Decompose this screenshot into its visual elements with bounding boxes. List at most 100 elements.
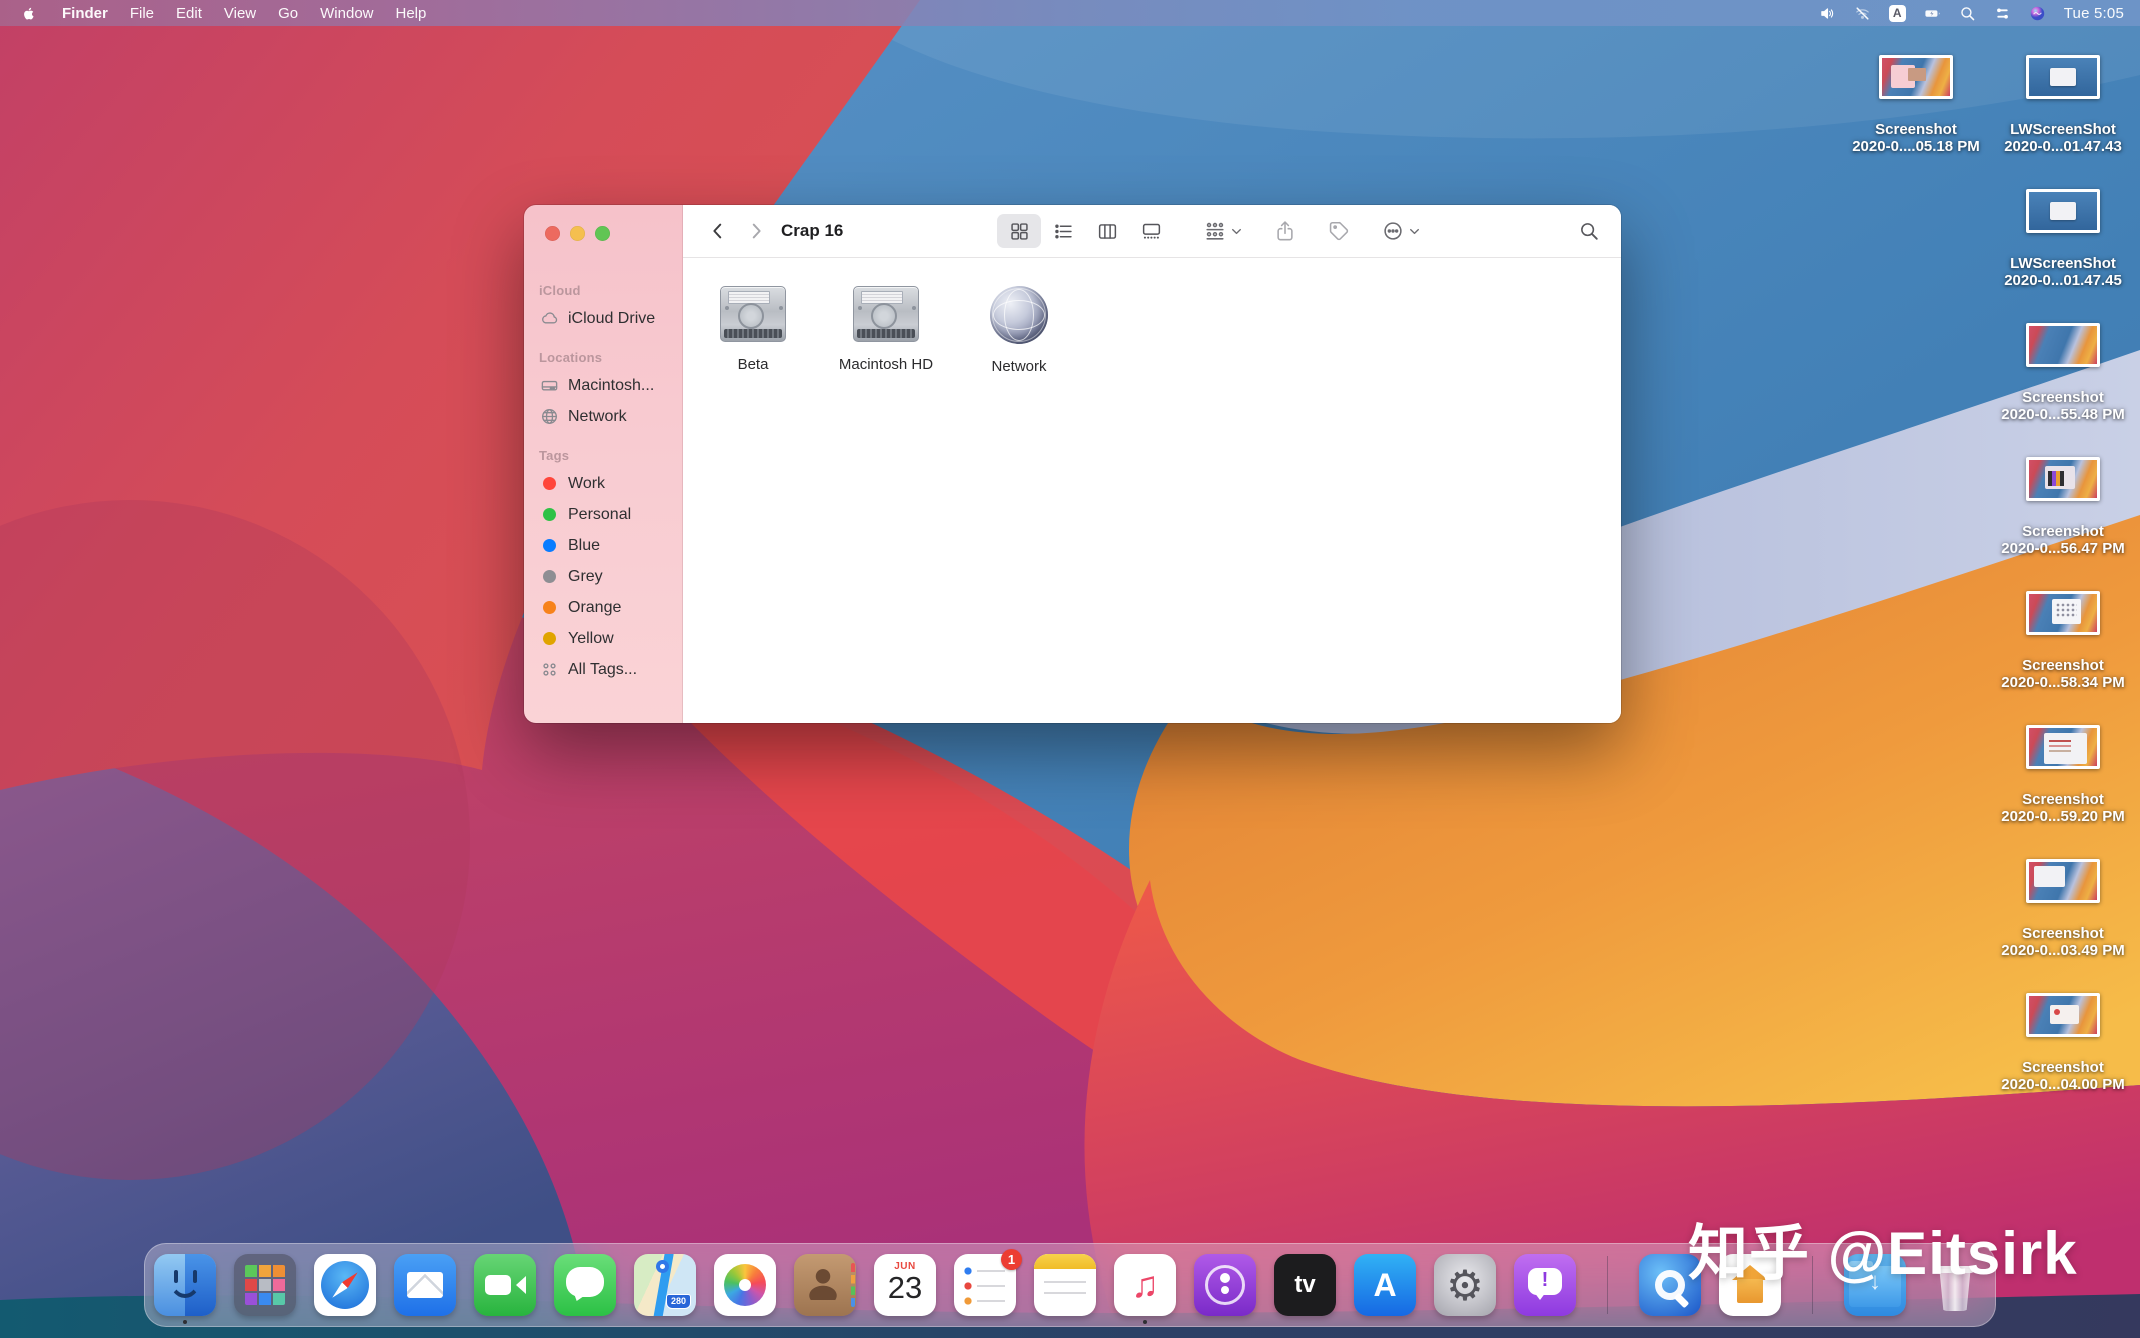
status-spotlight[interactable] xyxy=(1957,5,1978,22)
dock-launchpad[interactable] xyxy=(234,1254,296,1316)
toolbar-group[interactable] xyxy=(1203,219,1243,243)
toolbar-share[interactable] xyxy=(1273,219,1297,243)
dock-feedback-assistant[interactable]: ! xyxy=(1514,1254,1576,1316)
desktop-icon-screenshot-5834pm[interactable]: Screenshot 2020-0...58.34 PM xyxy=(1988,591,2138,691)
traffic-minimize[interactable] xyxy=(570,226,585,241)
dock-system-preferences[interactable]: ⚙ xyxy=(1434,1254,1496,1316)
dock-mail[interactable] xyxy=(394,1254,456,1316)
file-label: Screenshot 2020-0...04.00 PM xyxy=(2001,1059,2124,1093)
dock-podcasts[interactable] xyxy=(1194,1254,1256,1316)
content-item-network[interactable]: Network xyxy=(971,286,1067,375)
sidebar-item-network[interactable]: Network xyxy=(524,401,682,432)
sidebar-section: Tags Work Personal xyxy=(524,448,682,685)
menu-clock[interactable]: Tue 5:05 xyxy=(2064,5,2124,22)
finder-window: iCloud iCloud Drive Locations xyxy=(524,205,1621,723)
toolbar-tags[interactable] xyxy=(1327,219,1351,243)
more-icon xyxy=(1381,219,1405,243)
menu-view-menu[interactable]: View xyxy=(213,0,267,26)
file-thumbnail xyxy=(2026,323,2100,367)
macos-desktop: Finder File Edit View Go Window Help xyxy=(0,0,2140,1338)
desktop-icon-lwscreenshot-014743[interactable]: LWScreenShot 2020-0...01.47.43 xyxy=(1988,55,2138,155)
battery-icon xyxy=(1922,5,1943,22)
wifi-off-icon xyxy=(1852,5,1873,22)
nav-back[interactable] xyxy=(703,216,733,246)
toolbar-more[interactable] xyxy=(1381,219,1421,243)
menu-go-menu[interactable]: Go xyxy=(267,0,309,26)
watermark: 知乎 @Eitsirk xyxy=(1688,1205,2078,1292)
sidebar-item-tag-orange[interactable]: Orange xyxy=(524,592,682,623)
sidebar-item-tag-work[interactable]: Work xyxy=(524,468,682,499)
sidebar-item-tag-grey[interactable]: Grey xyxy=(524,561,682,592)
traffic-zoom[interactable] xyxy=(595,226,610,241)
status-battery[interactable] xyxy=(1922,5,1943,22)
sidebar-item-tag-personal[interactable]: Personal xyxy=(524,499,682,530)
desktop-icon-screenshot-0400pm[interactable]: Screenshot 2020-0...04.00 PM xyxy=(1988,993,2138,1093)
view-list-icon xyxy=(1053,221,1074,242)
file-thumbnail xyxy=(2026,457,2100,501)
cloud-icon xyxy=(539,309,559,329)
dock-tv[interactable]: tv xyxy=(1274,1254,1336,1316)
file-label: Screenshot 2020-0...55.48 PM xyxy=(2001,389,2124,423)
dock-safari[interactable] xyxy=(314,1254,376,1316)
dock-music[interactable]: ♫ xyxy=(1114,1254,1176,1316)
menu-file-menu[interactable]: File xyxy=(119,0,165,26)
finder-sidebar: iCloud iCloud Drive Locations xyxy=(524,205,683,723)
nav-forward[interactable] xyxy=(741,216,771,246)
file-label: Screenshot 2020-0...03.49 PM xyxy=(2001,925,2124,959)
toolbar-search[interactable] xyxy=(1575,217,1603,245)
tag-dot-icon xyxy=(539,629,559,649)
dock-notes[interactable] xyxy=(1034,1254,1096,1316)
status-siri[interactable] xyxy=(2027,5,2048,22)
chevron-down-icon xyxy=(1230,225,1243,238)
desktop-icon-screenshot-0518pm[interactable]: Screenshot 2020-0....05.18 PM xyxy=(1841,55,1991,155)
sidebar-item-icloud-drive[interactable]: iCloud Drive xyxy=(524,303,682,334)
status-input-source[interactable]: A xyxy=(1887,5,1908,22)
hdd-icon xyxy=(539,376,559,396)
content-item-macintosh-hd[interactable]: Macintosh HD xyxy=(838,286,934,373)
status-control-center[interactable] xyxy=(1992,5,2013,22)
desktop-icon-screenshot-5920pm[interactable]: Screenshot 2020-0...59.20 PM xyxy=(1988,725,2138,825)
sidebar-item-all-tags[interactable]: All Tags... xyxy=(524,654,682,685)
apple-logo-icon[interactable] xyxy=(20,5,37,22)
menu-edit-menu[interactable]: Edit xyxy=(165,0,213,26)
sidebar-item-tag-yellow[interactable]: Yellow xyxy=(524,623,682,654)
status-wifi-off[interactable] xyxy=(1852,5,1873,22)
desktop-icon-screenshot-5548pm[interactable]: Screenshot 2020-0...55.48 PM xyxy=(1988,323,2138,423)
toolbar-icon-view[interactable] xyxy=(997,214,1041,248)
dock-app-store[interactable]: A xyxy=(1354,1254,1416,1316)
volume-icon xyxy=(1817,5,1838,22)
tag-dot-icon xyxy=(539,505,559,525)
tag-icon xyxy=(1327,219,1351,243)
menu-help-menu[interactable]: Help xyxy=(385,0,438,26)
dock-reminders[interactable]: 1 xyxy=(954,1254,1016,1316)
dock-messages[interactable] xyxy=(554,1254,616,1316)
dock-maps[interactable]: 280 xyxy=(634,1254,696,1316)
content-item-beta[interactable]: Beta xyxy=(705,286,801,373)
file-label: LWScreenShot 2020-0...01.47.43 xyxy=(2004,121,2122,155)
sidebar-item-tag-blue[interactable]: Blue xyxy=(524,530,682,561)
menu-bar-left: Finder File Edit View Go Window Help xyxy=(20,0,437,26)
menu-finder-menu[interactable]: Finder xyxy=(51,0,119,26)
traffic-close[interactable] xyxy=(545,226,560,241)
file-label: Screenshot 2020-0....05.18 PM xyxy=(1852,121,1980,155)
dock-calendar[interactable]: JUN 23 xyxy=(874,1254,936,1316)
volume-icon xyxy=(720,286,786,342)
dock-contacts[interactable] xyxy=(794,1254,856,1316)
file-label: LWScreenShot 2020-0...01.47.45 xyxy=(2004,255,2122,289)
status-volume[interactable] xyxy=(1817,5,1838,22)
dock-finder[interactable] xyxy=(154,1254,216,1316)
desktop-icon-screenshot-5647pm[interactable]: Screenshot 2020-0...56.47 PM xyxy=(1988,457,2138,557)
desktop-icon-lwscreenshot-014745[interactable]: LWScreenShot 2020-0...01.47.45 xyxy=(1988,189,2138,289)
sidebar-section-header: iCloud xyxy=(539,283,682,298)
view-columns-icon xyxy=(1097,221,1118,242)
sidebar-item-macintosh-hd[interactable]: Macintosh... xyxy=(524,370,682,401)
menu-window-menu[interactable]: Window xyxy=(309,0,384,26)
dock-photos[interactable] xyxy=(714,1254,776,1316)
toolbar-column-view[interactable] xyxy=(1085,214,1129,248)
toolbar-gallery-view[interactable] xyxy=(1129,214,1173,248)
group-icon xyxy=(1203,219,1227,243)
toolbar-list-view[interactable] xyxy=(1041,214,1085,248)
desktop-icon-screenshot-0349pm[interactable]: Screenshot 2020-0...03.49 PM xyxy=(1988,859,2138,959)
window-title: Crap 16 xyxy=(781,221,843,241)
dock-facetime[interactable] xyxy=(474,1254,536,1316)
